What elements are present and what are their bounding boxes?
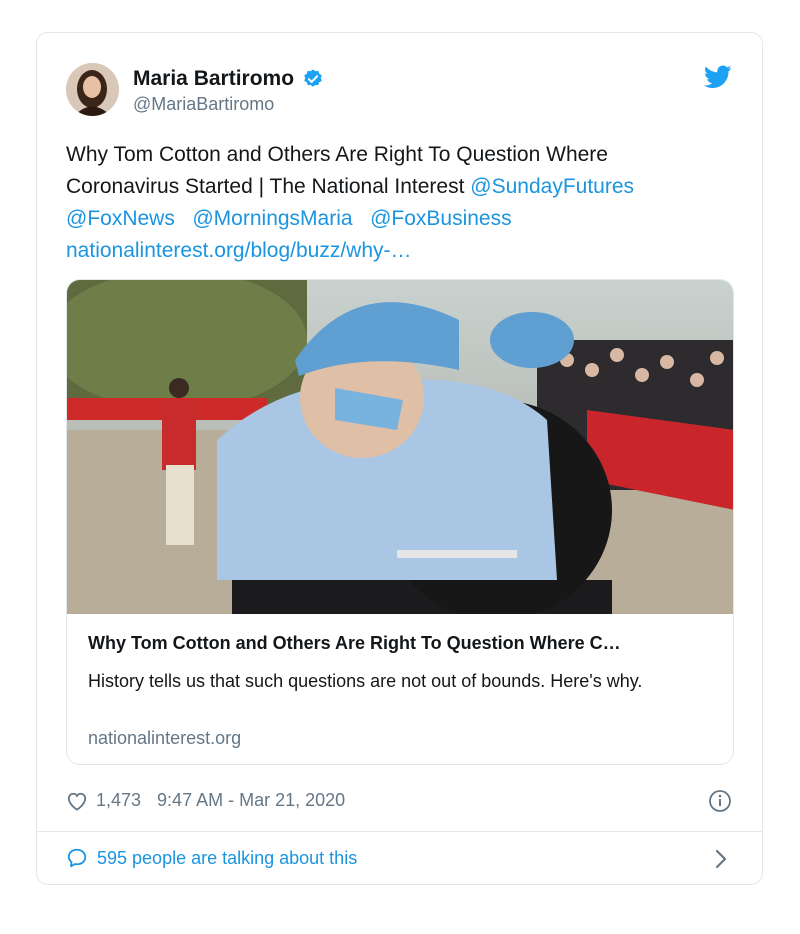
footer-divider <box>37 831 762 832</box>
like-count[interactable]: 1,473 <box>96 790 141 811</box>
mention-morningsmaria[interactable]: @MorningsMaria <box>192 207 352 230</box>
article-photo <box>67 280 733 614</box>
link-preview-card[interactable]: Why Tom Cotton and Others Are Right To Q… <box>66 279 734 765</box>
author-avatar[interactable] <box>66 63 119 116</box>
tweet-url-link[interactable]: nationalinterest.org/blog/buzz/why-… <box>66 239 412 262</box>
tweet-line-4: nationalinterest.org/blog/buzz/why-… <box>66 235 726 267</box>
author-name-text[interactable]: Maria Bartiromo <box>133 67 294 91</box>
embedded-tweet-card: Maria Bartiromo @MariaBartiromo Why Tom … <box>36 32 763 885</box>
link-card-domain: nationalinterest.org <box>88 728 242 748</box>
tweet-line-2-text: Coronavirus Started | The National Inter… <box>66 175 471 198</box>
chevron-right-icon[interactable] <box>714 848 728 870</box>
twitter-bird-icon[interactable] <box>704 65 732 89</box>
tweet-text: Why Tom Cotton and Others Are Right To Q… <box>66 139 726 267</box>
info-icon[interactable] <box>708 789 732 813</box>
tweet-meta: 1,473 9:47 AM - Mar 21, 2020 <box>66 790 345 811</box>
tweet-line-3: @FoxNews @MorningsMaria @FoxBusiness <box>66 203 726 235</box>
heart-icon[interactable] <box>66 791 88 811</box>
tweet-line-2: Coronavirus Started | The National Inter… <box>66 171 726 203</box>
conversation-link[interactable]: 595 people are talking about this <box>66 847 357 869</box>
link-card-title[interactable]: Why Tom Cotton and Others Are Right To Q… <box>88 633 718 654</box>
author-name[interactable]: Maria Bartiromo <box>133 67 324 91</box>
verified-badge-icon <box>304 69 322 87</box>
author-handle[interactable]: @MariaBartiromo <box>133 94 274 115</box>
tweet-timestamp[interactable]: 9:47 AM - Mar 21, 2020 <box>157 790 345 811</box>
link-card-description: History tells us that such questions are… <box>88 671 643 691</box>
mention-foxbusiness[interactable]: @FoxBusiness <box>370 207 512 230</box>
mention-sundayfutures[interactable]: @SundayFutures <box>470 175 634 198</box>
speech-bubble-icon <box>67 848 87 868</box>
tweet-line-1: Why Tom Cotton and Others Are Right To Q… <box>66 143 608 166</box>
conversation-text[interactable]: 595 people are talking about this <box>97 848 357 869</box>
mention-foxnews[interactable]: @FoxNews <box>66 207 175 230</box>
